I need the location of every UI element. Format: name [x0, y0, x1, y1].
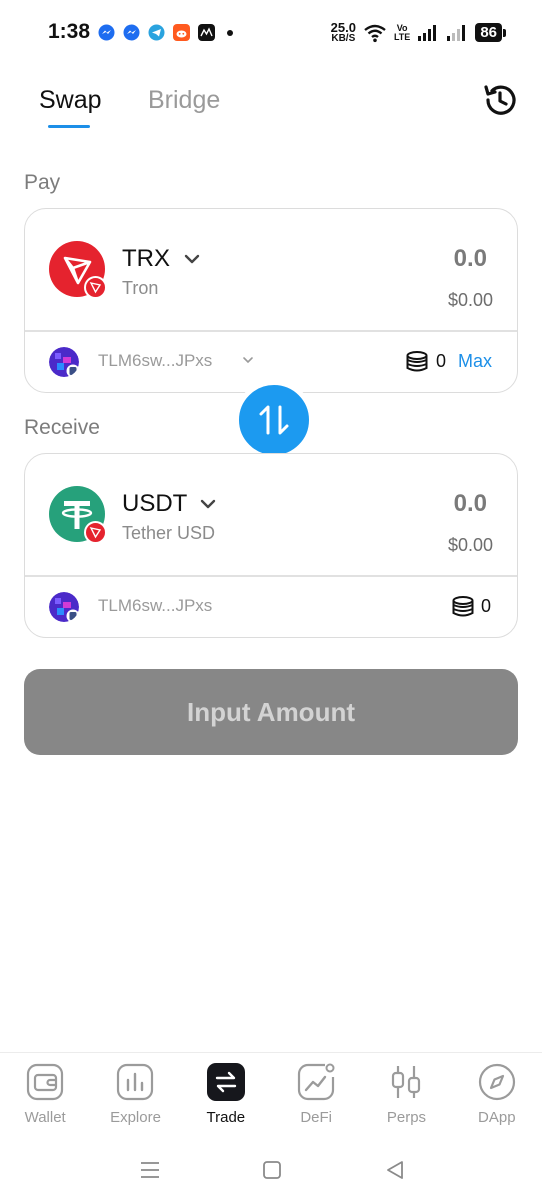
- network-speed: 25.0 KB/S: [330, 20, 356, 44]
- receive-card: USDT Tether USD 0.0 $0.00 TLM6sw...JPxs …: [24, 453, 518, 638]
- coin-stack-icon: [406, 351, 428, 372]
- receive-wallet-row: TLM6sw...JPxs 0: [25, 576, 517, 638]
- nav-label: Explore: [110, 1109, 161, 1126]
- chevron-down-icon[interactable]: [182, 249, 202, 269]
- status-time: 1:38: [48, 20, 91, 43]
- nav-item-perps[interactable]: Perps: [361, 1053, 451, 1140]
- messenger-icon: [98, 24, 115, 41]
- max-button[interactable]: Max: [458, 351, 492, 372]
- more-notifications-dot-icon: [227, 29, 233, 36]
- nav-label: Perps: [386, 1109, 427, 1126]
- receive-amount: 0.0: [453, 490, 487, 517]
- swap-vertical-arrows-icon: [259, 405, 289, 435]
- nav-label: DApp: [478, 1109, 516, 1126]
- input-amount-button[interactable]: Input Amount: [24, 669, 518, 755]
- nav-item-explore[interactable]: Explore: [90, 1053, 180, 1140]
- chevron-down-icon[interactable]: [198, 494, 218, 514]
- telegram-icon: [148, 24, 165, 41]
- tab-bridge[interactable]: Bridge: [148, 86, 220, 115]
- pay-card: TRX Tron 0.0 $0.00 TLM6sw...JPxs 0 Max: [24, 208, 518, 393]
- system-nav-bar: [0, 1140, 542, 1200]
- receive-token-symbol[interactable]: USDT: [122, 490, 187, 518]
- receive-fiat-value: $0.00: [447, 535, 493, 555]
- wallet-icon: [26, 1063, 64, 1101]
- trend-icon: [297, 1063, 335, 1101]
- pay-amount-input[interactable]: 0.0: [454, 245, 487, 273]
- pay-token-symbol[interactable]: TRX: [122, 245, 170, 273]
- swap-direction-button[interactable]: [234, 380, 314, 460]
- home-square-icon[interactable]: [260, 1158, 284, 1182]
- compass-icon: [478, 1063, 516, 1101]
- bottom-nav: Wallet Explore Trade DeFi Perps DApp: [0, 1052, 542, 1140]
- notification-icons: [98, 24, 233, 41]
- menu-icon[interactable]: [138, 1158, 162, 1182]
- status-bar: 1:38 25.0 KB/S Vo LTE 86: [0, 0, 542, 66]
- active-tab-indicator: [48, 125, 90, 128]
- history-icon[interactable]: [480, 80, 520, 120]
- pay-wallet-address[interactable]: TLM6sw...JPxs: [98, 351, 212, 371]
- pay-fiat-value: $0.00: [447, 290, 493, 310]
- pay-token-name: Tron: [122, 278, 159, 298]
- messenger-icon: [123, 24, 140, 41]
- nav-item-trade[interactable]: Trade: [181, 1053, 271, 1140]
- battery-indicator: 86: [475, 23, 506, 42]
- tron-chain-badge-icon: [84, 521, 107, 544]
- tab-swap[interactable]: Swap: [39, 86, 102, 115]
- reddit-icon: [173, 24, 190, 41]
- chevron-down-icon[interactable]: [241, 353, 255, 367]
- receive-wallet-address[interactable]: TLM6sw...JPxs: [98, 596, 212, 616]
- back-triangle-icon[interactable]: [383, 1158, 407, 1182]
- tron-chain-badge-icon: [84, 276, 107, 299]
- pay-label: Pay: [24, 171, 61, 194]
- signal-icon: [418, 24, 437, 41]
- status-right: 25.0 KB/S Vo LTE 86: [330, 20, 506, 44]
- signal-icon: [447, 24, 466, 41]
- wallet-avatar: [49, 347, 79, 377]
- volte-indicator: Vo LTE: [393, 22, 411, 42]
- nav-label: Trade: [206, 1109, 246, 1126]
- nav-item-wallet[interactable]: Wallet: [0, 1053, 90, 1140]
- chart-icon: [116, 1063, 154, 1101]
- receive-balance: 0: [481, 596, 492, 616]
- coin-stack-icon: [452, 596, 474, 617]
- receive-label: Receive: [24, 416, 100, 439]
- nav-label: DeFi: [300, 1109, 332, 1126]
- nav-item-defi[interactable]: DeFi: [271, 1053, 361, 1140]
- candlestick-icon: [387, 1063, 425, 1101]
- swap-arrows-icon: [206, 1063, 245, 1101]
- pay-balance: 0: [436, 351, 447, 371]
- wallet-avatar: [49, 592, 79, 622]
- nav-item-dapp[interactable]: DApp: [452, 1053, 542, 1140]
- wifi-icon: [364, 24, 386, 42]
- app-icon: [198, 24, 215, 41]
- nav-label: Wallet: [24, 1109, 66, 1126]
- receive-token-name: Tether USD: [122, 523, 216, 543]
